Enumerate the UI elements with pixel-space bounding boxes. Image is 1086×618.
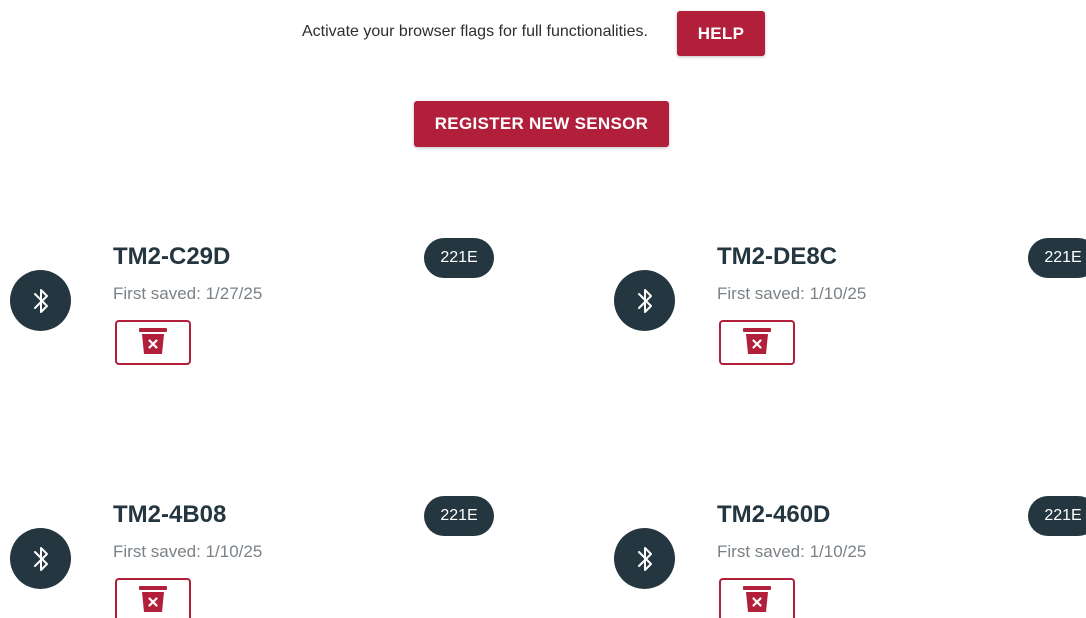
sensor-name: TM2-4B08 <box>113 501 227 528</box>
trash-icon <box>742 585 772 616</box>
bluetooth-icon <box>10 528 71 589</box>
sensor-badge: 221E <box>424 496 494 536</box>
sensor-first-saved: First saved: 1/10/25 <box>113 542 263 561</box>
trash-icon <box>138 585 168 616</box>
sensor-first-saved: First saved: 1/27/25 <box>113 284 263 303</box>
sensor-first-saved: First saved: 1/10/25 <box>717 284 867 303</box>
sensor-card: TM2-C29D First saved: 1/27/25 221E <box>0 238 494 390</box>
delete-sensor-button[interactable] <box>719 578 795 618</box>
browser-flags-banner: Activate your browser flags for full fun… <box>0 11 1086 56</box>
sensor-badge: 221E <box>1028 496 1086 536</box>
sensor-card: TM2-DE8C First saved: 1/10/25 221E <box>604 238 1086 390</box>
sensor-name: TM2-C29D <box>113 243 231 270</box>
sensor-first-saved: First saved: 1/10/25 <box>717 542 867 561</box>
register-new-sensor-button[interactable]: REGISTER NEW SENSOR <box>414 101 669 147</box>
bluetooth-icon <box>10 270 71 331</box>
sensor-card: TM2-460D First saved: 1/10/25 221E <box>604 496 1086 618</box>
sensor-name: TM2-DE8C <box>717 243 838 270</box>
sensor-name: TM2-460D <box>717 501 831 528</box>
sensor-badge: 221E <box>1028 238 1086 278</box>
banner-message: Activate your browser flags for full fun… <box>302 23 648 40</box>
bluetooth-icon <box>614 270 675 331</box>
help-button[interactable]: HELP <box>677 11 765 56</box>
sensor-badge: 221E <box>424 238 494 278</box>
delete-sensor-button[interactable] <box>719 320 795 365</box>
delete-sensor-button[interactable] <box>115 578 191 618</box>
trash-icon <box>742 327 772 358</box>
sensor-list-page: Activate your browser flags for full fun… <box>0 0 1086 618</box>
bluetooth-icon <box>614 528 675 589</box>
trash-icon <box>138 327 168 358</box>
sensor-card: TM2-4B08 First saved: 1/10/25 221E <box>0 496 494 618</box>
delete-sensor-button[interactable] <box>115 320 191 365</box>
